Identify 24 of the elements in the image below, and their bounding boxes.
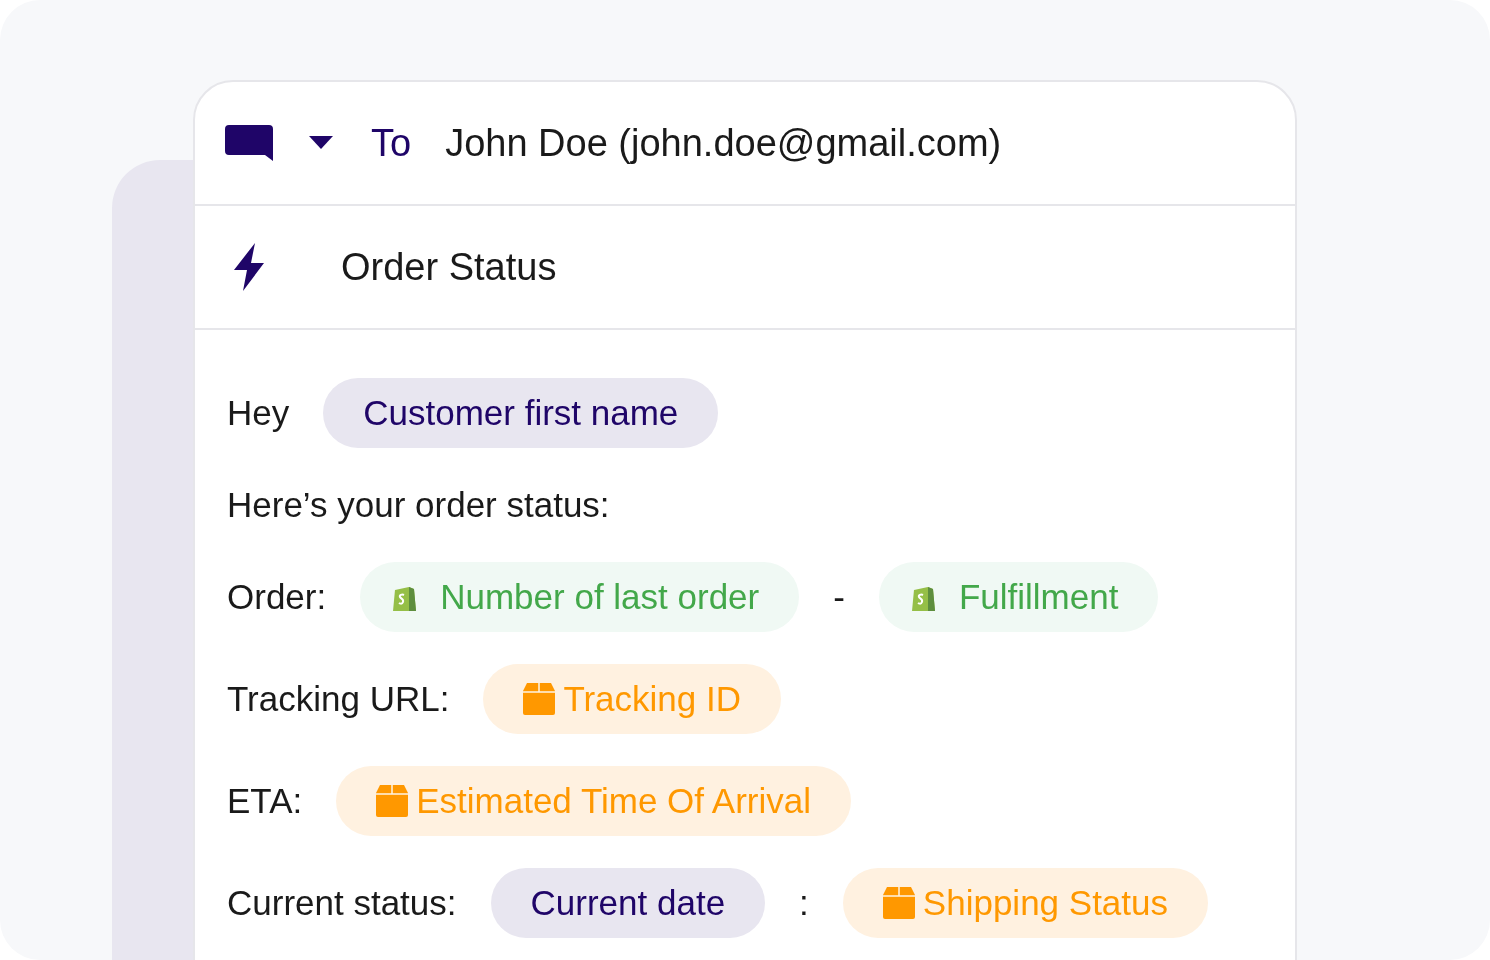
message-text: Order: (227, 577, 327, 617)
shipping-tag[interactable]: Tracking ID (483, 664, 781, 734)
message-text: Here’s your order status: (227, 485, 610, 525)
to-label: To (371, 121, 412, 165)
shopify-tag[interactable]: Number of last order (360, 562, 800, 632)
variable-tag[interactable]: Current date (490, 868, 766, 938)
message-text: Hey (227, 393, 290, 433)
shipping-tag[interactable]: Estimated Time Of Arrival (336, 766, 852, 836)
variable-tag[interactable]: Customer first name (323, 378, 719, 448)
message-text: : (799, 883, 809, 923)
box-icon (523, 683, 556, 715)
box-icon (376, 785, 409, 817)
box-icon (882, 887, 915, 919)
message-text: Tracking URL: (227, 679, 450, 719)
recipient: John Doe (john.doe@gmail.com) (445, 121, 1002, 165)
message-text: - (833, 577, 845, 617)
shopify-tag[interactable]: Fulfillment (878, 562, 1159, 632)
template-title: Order Status (341, 245, 557, 289)
caret-icon[interactable] (309, 136, 333, 150)
lightning-icon (231, 243, 267, 291)
chat-bubble-icon[interactable] (225, 125, 273, 161)
message-text: Current status: (227, 883, 457, 923)
shipping-tag[interactable]: Shipping Status (842, 868, 1208, 938)
message-text: ETA: (227, 781, 303, 821)
